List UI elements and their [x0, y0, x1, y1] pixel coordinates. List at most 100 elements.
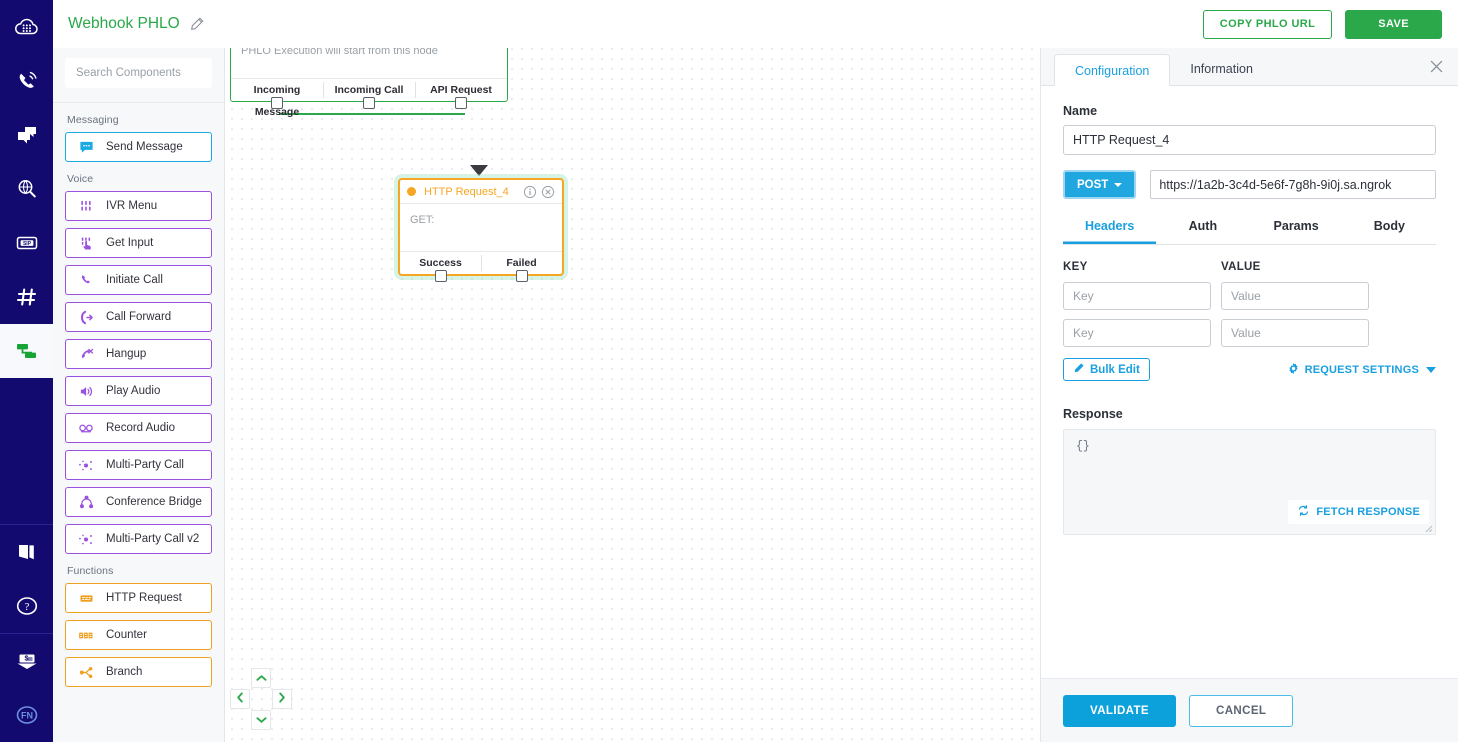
billing-envelope-icon: $ — [14, 648, 40, 674]
page-title: Webhook PHLO — [68, 15, 180, 33]
value-cell — [1221, 282, 1369, 310]
key-cell — [1063, 319, 1211, 347]
pan-left-button[interactable] — [230, 689, 250, 709]
close-icon[interactable] — [1429, 59, 1444, 79]
config-footer: VALIDATE CANCEL — [1041, 678, 1458, 742]
get-input-icon — [76, 236, 96, 251]
close-circle-icon[interactable] — [541, 185, 555, 199]
component-branch[interactable]: Branch — [65, 657, 212, 687]
component-play-audio[interactable]: Play Audio — [65, 376, 212, 406]
response-label: Response — [1063, 407, 1436, 421]
method-label: POST — [1077, 179, 1108, 191]
save-button[interactable]: SAVE — [1345, 10, 1442, 39]
validate-button[interactable]: VALIDATE — [1063, 695, 1176, 727]
sub-tab-headers[interactable]: Headers — [1063, 219, 1156, 244]
value-input[interactable] — [1221, 319, 1369, 347]
rail-item-numbers[interactable] — [0, 270, 53, 324]
pan-up-button[interactable] — [251, 668, 271, 688]
pencil-icon[interactable] — [189, 16, 205, 32]
rail-item-help[interactable]: ? — [0, 579, 53, 633]
bulk-edit-button[interactable]: Bulk Edit — [1063, 358, 1150, 381]
component-get-input[interactable]: Get Input — [65, 228, 212, 258]
component-label: Send Message — [106, 141, 183, 153]
status-dot — [407, 187, 416, 196]
component-call-forward[interactable]: Call Forward — [65, 302, 212, 332]
port-api-request[interactable]: API Request — [415, 79, 507, 101]
conference-bridge-icon — [76, 495, 96, 510]
group-label-functions: Functions — [67, 565, 212, 577]
port-knob[interactable] — [271, 97, 283, 109]
tab-configuration[interactable]: Configuration — [1054, 54, 1170, 86]
component-label: Conference Bridge — [106, 496, 202, 508]
fn-badge-icon: FN — [14, 702, 40, 728]
cancel-button[interactable]: CANCEL — [1189, 695, 1293, 727]
key-input[interactable] — [1063, 282, 1211, 310]
copy-phlo-url-button[interactable]: COPY PHLO URL — [1203, 10, 1332, 39]
component-multi-party-call[interactable]: Multi-Party Call — [65, 450, 212, 480]
app-header: Webhook PHLO COPY PHLO URL SAVE — [53, 0, 1458, 48]
port-failed[interactable]: Failed — [481, 252, 562, 274]
component-ivr-menu[interactable]: IVR Menu — [65, 191, 212, 221]
rail-item-phlo[interactable] — [0, 324, 53, 378]
component-label: Call Forward — [106, 311, 171, 323]
component-label: Multi-Party Call v2 — [106, 533, 199, 545]
response-box[interactable]: {} FETCH RESPONSE — [1063, 429, 1436, 535]
info-icon[interactable] — [523, 185, 537, 199]
port-label: Failed — [506, 257, 536, 269]
fetch-response-label: FETCH RESPONSE — [1316, 506, 1420, 518]
chevron-down-icon — [1426, 367, 1436, 373]
rail-item-messaging[interactable] — [0, 108, 53, 162]
value-input[interactable] — [1221, 282, 1369, 310]
http-method-dropdown[interactable]: POST — [1063, 170, 1136, 199]
kv-row — [1063, 319, 1436, 347]
resize-grip[interactable] — [1423, 523, 1433, 533]
pan-right-button[interactable] — [272, 689, 292, 709]
name-input[interactable] — [1063, 125, 1436, 155]
port-incoming-call[interactable]: Incoming Call — [323, 79, 415, 101]
component-multi-party-call-v2[interactable]: Multi-Party Call v2 — [65, 524, 212, 554]
value-cell — [1221, 319, 1369, 347]
sub-tab-params[interactable]: Params — [1250, 219, 1343, 244]
port-label: API Request — [430, 84, 492, 96]
branch-icon — [76, 665, 96, 680]
port-knob[interactable] — [455, 97, 467, 109]
port-success[interactable]: Success — [400, 252, 481, 274]
rail-item-sip[interactable]: SIP — [0, 216, 53, 270]
fetch-response-button[interactable]: FETCH RESPONSE — [1288, 500, 1429, 524]
port-knob[interactable] — [435, 270, 447, 282]
component-counter[interactable]: Counter — [65, 620, 212, 650]
method-url-row: POST — [1063, 170, 1436, 199]
component-record-audio[interactable]: Record Audio — [65, 413, 212, 443]
key-input[interactable] — [1063, 319, 1211, 347]
component-send-message[interactable]: Send Message — [65, 132, 212, 162]
port-knob[interactable] — [516, 270, 528, 282]
tab-information[interactable]: Information — [1170, 53, 1273, 85]
config-tab-bar: Configuration Information — [1041, 48, 1458, 86]
port-incoming-message[interactable]: Incoming Message — [231, 79, 323, 101]
component-http-request[interactable]: HTTP Request — [65, 583, 212, 613]
port-knob[interactable] — [363, 97, 375, 109]
speaker-icon — [76, 384, 96, 399]
chevron-right-icon — [278, 690, 286, 708]
response-value: {} — [1076, 440, 1090, 453]
counter-icon — [76, 628, 96, 643]
component-conference-bridge[interactable]: Conference Bridge — [65, 487, 212, 517]
component-initiate-call[interactable]: Initiate Call — [65, 265, 212, 295]
rail-item-cloud-keypad[interactable] — [0, 0, 53, 54]
search-components-input[interactable] — [65, 58, 212, 88]
rail-item-billing[interactable]: $ — [0, 634, 53, 688]
rail-item-fn-badge[interactable]: FN — [0, 688, 53, 742]
pan-down-button[interactable] — [251, 710, 271, 730]
node-http-request[interactable]: HTTP Request_4 GET: — [398, 178, 564, 276]
canvas-pan-controls — [230, 668, 292, 730]
request-settings-toggle[interactable]: REQUEST SETTINGS — [1287, 362, 1436, 378]
rail-item-voice[interactable] — [0, 54, 53, 108]
component-label: Hangup — [106, 348, 146, 360]
url-input[interactable] — [1150, 170, 1436, 199]
sub-tab-body[interactable]: Body — [1343, 219, 1436, 244]
component-hangup[interactable]: Hangup — [65, 339, 212, 369]
rail-item-lookup[interactable] — [0, 162, 53, 216]
search-components-wrap — [53, 48, 224, 103]
sub-tab-auth[interactable]: Auth — [1156, 219, 1249, 244]
rail-item-docs[interactable] — [0, 525, 53, 579]
